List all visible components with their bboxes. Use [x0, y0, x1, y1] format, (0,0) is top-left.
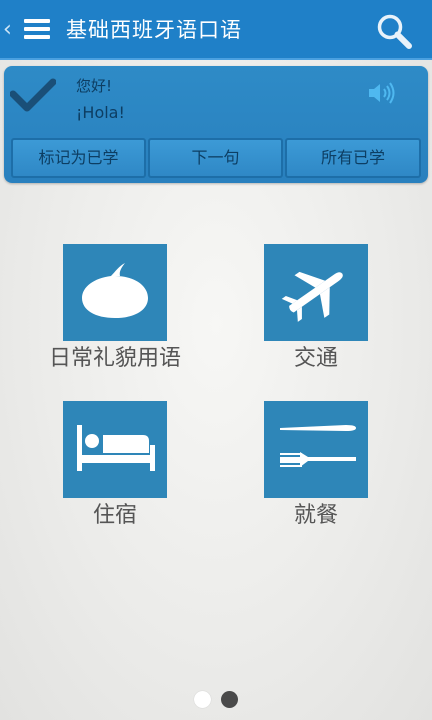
category-tile-transport[interactable]	[264, 244, 368, 341]
page-title: 基础西班牙语口语	[66, 18, 242, 42]
category-label-dining: 就餐	[293, 503, 338, 528]
category-tile-courtesy[interactable]	[63, 244, 167, 341]
speech-bubble-icon	[82, 263, 148, 318]
speaker-icon[interactable]	[366, 80, 398, 106]
hamburger-menu-icon[interactable]	[24, 19, 50, 39]
back-chevron-icon[interactable]: ‹	[3, 18, 12, 42]
checkmark-icon[interactable]	[9, 78, 57, 114]
next-phrase-button[interactable]: 下一句	[148, 138, 283, 178]
page-indicator-dot-1[interactable]	[194, 691, 211, 708]
category-label-courtesy: 日常礼貌用语	[48, 346, 181, 371]
phrase-spanish: ¡Hola!	[76, 103, 125, 122]
search-icon[interactable]	[374, 12, 414, 50]
category-label-lodging: 住宿	[92, 503, 137, 528]
page-indicator-dot-2[interactable]	[221, 691, 238, 708]
mark-learned-button[interactable]: 标记为已学	[11, 138, 146, 178]
bed-icon	[77, 425, 155, 471]
category-tile-lodging[interactable]	[63, 401, 167, 498]
all-learned-button[interactable]: 所有已学	[285, 138, 421, 178]
app-header: ‹ 基础西班牙语口语	[0, 0, 432, 60]
phrase-card: 您好! ¡Hola! 标记为已学 下一句 所有已学	[4, 66, 428, 183]
category-tile-dining[interactable]	[264, 401, 368, 498]
phrase-chinese: 您好!	[76, 77, 113, 95]
category-label-transport: 交通	[293, 346, 338, 371]
airplane-icon	[281, 271, 343, 322]
knife-fork-icon	[280, 425, 356, 467]
